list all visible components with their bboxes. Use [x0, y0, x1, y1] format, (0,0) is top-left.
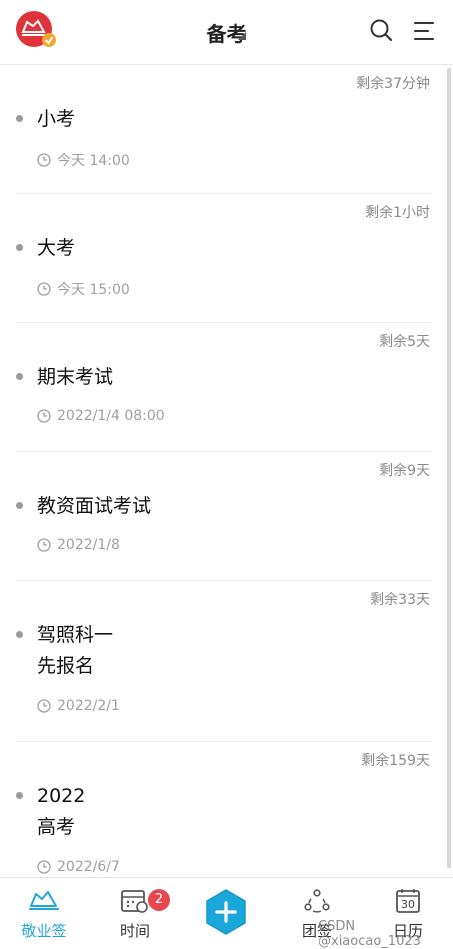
scrollbar[interactable] [447, 68, 451, 868]
event-time: 今天 15:00 [37, 279, 130, 299]
event-time: 2022/6/7 [37, 859, 120, 875]
team-icon [301, 888, 333, 914]
remaining-time: 剩余5天 [379, 334, 430, 350]
remaining-time: 剩余159天 [361, 753, 430, 769]
add-icon [206, 889, 246, 935]
remaining-time: 剩余9天 [379, 463, 430, 479]
calendar-day: 30 [401, 898, 415, 911]
list-item[interactable]: 剩余37分钟 小考 今天 14:00 [16, 65, 432, 194]
event-name: 小考 [37, 108, 76, 130]
search-icon[interactable] [369, 18, 393, 42]
watermark-text: CSDN @xiaocao_1023 [318, 919, 421, 949]
remaining-time: 剩余1小时 [365, 205, 430, 221]
clock-icon [37, 538, 51, 552]
list-item[interactable]: 剩余1小时 大考 今天 15:00 [16, 194, 432, 323]
add-button[interactable] [204, 888, 248, 936]
list-item[interactable]: 剩余33天 驾照科一 先报名 2022/2/1 [16, 581, 432, 742]
clock-icon [37, 860, 51, 874]
remaining-time: 剩余37分钟 [356, 76, 430, 92]
clock-icon [37, 409, 51, 423]
clock-icon [37, 282, 51, 296]
event-name: 期末考试 [37, 366, 114, 388]
list-item[interactable]: 剩余5天 期末考试 2022/1/4 08:00 [16, 323, 432, 452]
event-time: 2022/1/8 [37, 537, 120, 553]
list-item[interactable]: 剩余159天 2022 高考 2022/6/7 [16, 742, 432, 877]
event-name: 教资面试考试 [37, 495, 152, 517]
bullet-dot [16, 244, 23, 251]
event-time: 2022/1/4 08:00 [37, 408, 165, 424]
tab-time[interactable]: 2 时间 [95, 878, 175, 942]
notification-badge: 2 [148, 889, 170, 911]
bullet-dot [16, 502, 23, 509]
bullet-dot [16, 115, 23, 122]
bullet-dot [16, 373, 23, 380]
calendar-clock-icon [119, 888, 151, 914]
event-name: 2022 高考 [37, 785, 86, 838]
event-time: 今天 14:00 [37, 150, 130, 170]
dropdown-arrow-icon[interactable] [238, 32, 246, 40]
bullet-dot [16, 792, 23, 799]
remaining-time: 剩余33天 [370, 592, 430, 608]
tab-jingyeqian[interactable]: 敬业签 [4, 878, 84, 942]
list-item[interactable]: 剩余9天 教资面试考试 2022/1/8 [16, 452, 432, 581]
calendar-icon: 30 [392, 888, 424, 914]
app-header: 备考 [0, 0, 453, 65]
event-list: 剩余37分钟 小考 今天 14:00 剩余1小时 大考 今天 15:00 剩余5… [0, 65, 453, 877]
event-name: 大考 [37, 237, 76, 259]
bullet-dot [16, 631, 23, 638]
menu-icon[interactable] [413, 20, 435, 42]
boat-icon [28, 888, 60, 914]
clock-icon [37, 153, 51, 167]
clock-icon [37, 699, 51, 713]
event-time: 2022/2/1 [37, 698, 120, 714]
event-name: 驾照科一 先报名 [37, 624, 114, 677]
